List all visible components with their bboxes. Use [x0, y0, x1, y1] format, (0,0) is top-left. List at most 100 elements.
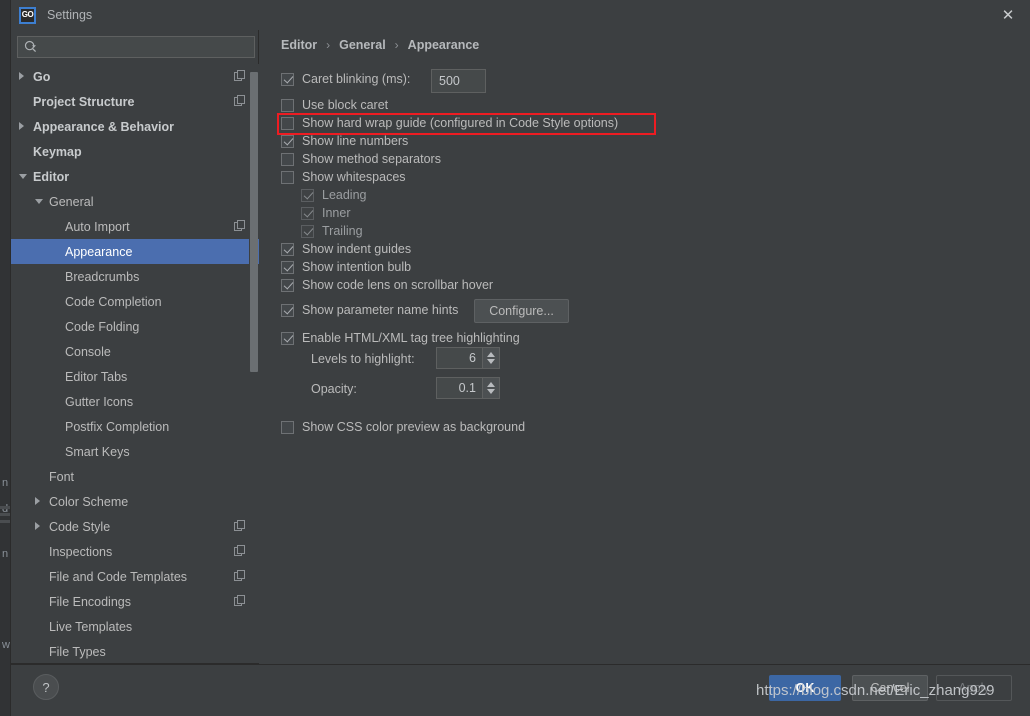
help-button[interactable]: ?: [33, 674, 59, 700]
chevron-right-icon[interactable]: [35, 497, 40, 505]
chevron-down-icon[interactable]: [487, 389, 495, 394]
sidebar-item-code-completion[interactable]: Code Completion: [11, 289, 259, 314]
ide-background-text: n: [2, 548, 9, 560]
show-whitespaces-row[interactable]: Show whitespaces: [281, 170, 406, 184]
sidebar-item-console[interactable]: Console: [11, 339, 259, 364]
chevron-up-icon[interactable]: [487, 382, 495, 387]
caret-blinking-checkbox[interactable]: [281, 72, 294, 86]
show-hard-wrap-guide-checkbox[interactable]: [281, 116, 294, 130]
show-css-color-preview-label: Show CSS color preview as background: [302, 420, 526, 434]
show-css-color-preview-checkbox[interactable]: [281, 420, 294, 434]
copy-settings-icon[interactable]: [234, 520, 246, 532]
show-code-lens-row[interactable]: Show code lens on scrollbar hover: [281, 278, 493, 292]
caret-blinking-row[interactable]: Caret blinking (ms):: [281, 72, 410, 86]
levels-to-highlight-label: Levels to highlight:: [311, 352, 415, 366]
copy-settings-icon[interactable]: [234, 545, 246, 557]
sidebar-item-gutter-icons[interactable]: Gutter Icons: [11, 389, 259, 414]
copy-settings-icon[interactable]: [234, 570, 246, 582]
enable-html-xml-checkbox[interactable]: [281, 331, 294, 345]
show-line-numbers-checkbox[interactable]: [281, 134, 294, 148]
sidebar-item-appearance[interactable]: Appearance: [11, 239, 259, 264]
close-icon[interactable]: ✕: [985, 0, 1030, 30]
sidebar-item-label: Code Style: [49, 519, 111, 534]
sidebar-scrollbar-thumb[interactable]: [250, 72, 258, 372]
sidebar-item-live-templates[interactable]: Live Templates: [11, 614, 259, 639]
caret-blinking-input[interactable]: 500: [431, 69, 486, 93]
sidebar-item-general[interactable]: General: [11, 189, 259, 214]
levels-to-highlight-value[interactable]: 6: [436, 347, 483, 369]
show-method-separators-row[interactable]: Show method separators: [281, 152, 441, 166]
show-hard-wrap-guide-row[interactable]: Show hard wrap guide (configured in Code…: [281, 116, 618, 130]
search-input[interactable]: [17, 36, 255, 58]
copy-settings-icon[interactable]: [234, 220, 246, 232]
show-code-lens-checkbox[interactable]: [281, 278, 294, 292]
copy-settings-icon[interactable]: [234, 595, 246, 607]
sidebar-item-editor[interactable]: Editor: [11, 164, 259, 189]
show-whitespaces-checkbox[interactable]: [281, 170, 294, 184]
breadcrumb-item-general[interactable]: General: [339, 38, 386, 52]
settings-main-panel: Editor › General › Appearance Caret blin…: [259, 30, 1030, 664]
whitespace-inner-row[interactable]: Inner: [301, 206, 351, 220]
opacity-value[interactable]: 0.1: [436, 377, 483, 399]
chevron-down-icon[interactable]: [35, 199, 43, 204]
whitespace-trailing-row[interactable]: Trailing: [301, 224, 363, 238]
watermark-text: https://blog.csdn.net/Eric_zhang929: [756, 682, 995, 699]
sidebar-item-code-style[interactable]: Code Style: [11, 514, 259, 539]
sidebar-item-code-folding[interactable]: Code Folding: [11, 314, 259, 339]
sidebar-item-breadcrumbs[interactable]: Breadcrumbs: [11, 264, 259, 289]
breadcrumb-item-editor[interactable]: Editor: [281, 38, 317, 52]
use-block-caret-checkbox[interactable]: [281, 98, 294, 112]
opacity-spinner[interactable]: 0.1: [436, 377, 500, 399]
show-intention-bulb-checkbox[interactable]: [281, 260, 294, 274]
show-css-color-preview-row[interactable]: Show CSS color preview as background: [281, 420, 525, 434]
whitespace-leading-row[interactable]: Leading: [301, 188, 367, 202]
sidebar-item-postfix-completion[interactable]: Postfix Completion: [11, 414, 259, 439]
use-block-caret-row[interactable]: Use block caret: [281, 98, 388, 112]
opacity-spinner-arrows[interactable]: [483, 377, 500, 399]
show-indent-guides-row[interactable]: Show indent guides: [281, 242, 411, 256]
show-method-separators-checkbox[interactable]: [281, 152, 294, 166]
show-hard-wrap-guide-label: Show hard wrap guide (configured in Code…: [302, 116, 619, 130]
whitespace-trailing-label: Trailing: [322, 224, 363, 238]
sidebar-item-label: Smart Keys: [65, 444, 130, 459]
sidebar-item-keymap[interactable]: Keymap: [11, 139, 259, 164]
sidebar-item-label: Editor: [33, 169, 70, 184]
show-parameter-name-hints-row[interactable]: Show parameter name hints: [281, 303, 458, 317]
levels-spinner-arrows[interactable]: [483, 347, 500, 369]
sidebar-item-file-types[interactable]: File Types: [11, 639, 259, 664]
chevron-down-icon[interactable]: [487, 359, 495, 364]
copy-settings-icon[interactable]: [234, 95, 246, 107]
sidebar-item-label: Go: [33, 69, 51, 84]
sidebar-item-file-and-code-templates[interactable]: File and Code Templates: [11, 564, 259, 589]
sidebar-item-font[interactable]: Font: [11, 464, 259, 489]
sidebar-item-go[interactable]: Go: [11, 64, 259, 89]
show-parameter-name-hints-checkbox[interactable]: [281, 303, 294, 317]
chevron-right-icon[interactable]: [19, 122, 24, 130]
show-intention-bulb-row[interactable]: Show intention bulb: [281, 260, 411, 274]
sidebar-item-file-encodings[interactable]: File Encodings: [11, 589, 259, 614]
show-method-separators-label: Show method separators: [302, 152, 441, 166]
sidebar-item-auto-import[interactable]: Auto Import: [11, 214, 259, 239]
settings-tree[interactable]: Go Project Structure Appearance & Behavior…: [11, 64, 259, 664]
search-box[interactable]: [17, 36, 255, 58]
whitespace-trailing-checkbox[interactable]: [301, 224, 314, 238]
enable-html-xml-row[interactable]: Enable HTML/XML tag tree highlighting: [281, 331, 520, 345]
sidebar-item-editor-tabs[interactable]: Editor Tabs: [11, 364, 259, 389]
whitespace-inner-checkbox[interactable]: [301, 206, 314, 220]
sidebar-item-appearance-behavior[interactable]: Appearance & Behavior: [11, 114, 259, 139]
whitespace-leading-checkbox[interactable]: [301, 188, 314, 202]
sidebar-item-inspections[interactable]: Inspections: [11, 539, 259, 564]
chevron-down-icon[interactable]: [19, 174, 27, 179]
chevron-right-icon[interactable]: [35, 522, 40, 530]
show-line-numbers-row[interactable]: Show line numbers: [281, 134, 408, 148]
configure-button[interactable]: Configure...: [474, 299, 569, 323]
breadcrumb: Editor › General › Appearance: [281, 38, 479, 52]
show-indent-guides-checkbox[interactable]: [281, 242, 294, 256]
levels-to-highlight-spinner[interactable]: 6: [436, 347, 500, 369]
chevron-right-icon[interactable]: [19, 72, 24, 80]
copy-settings-icon[interactable]: [234, 70, 246, 82]
sidebar-item-color-scheme[interactable]: Color Scheme: [11, 489, 259, 514]
sidebar-item-project-structure[interactable]: Project Structure: [11, 89, 259, 114]
sidebar-item-smart-keys[interactable]: Smart Keys: [11, 439, 259, 464]
chevron-up-icon[interactable]: [487, 352, 495, 357]
